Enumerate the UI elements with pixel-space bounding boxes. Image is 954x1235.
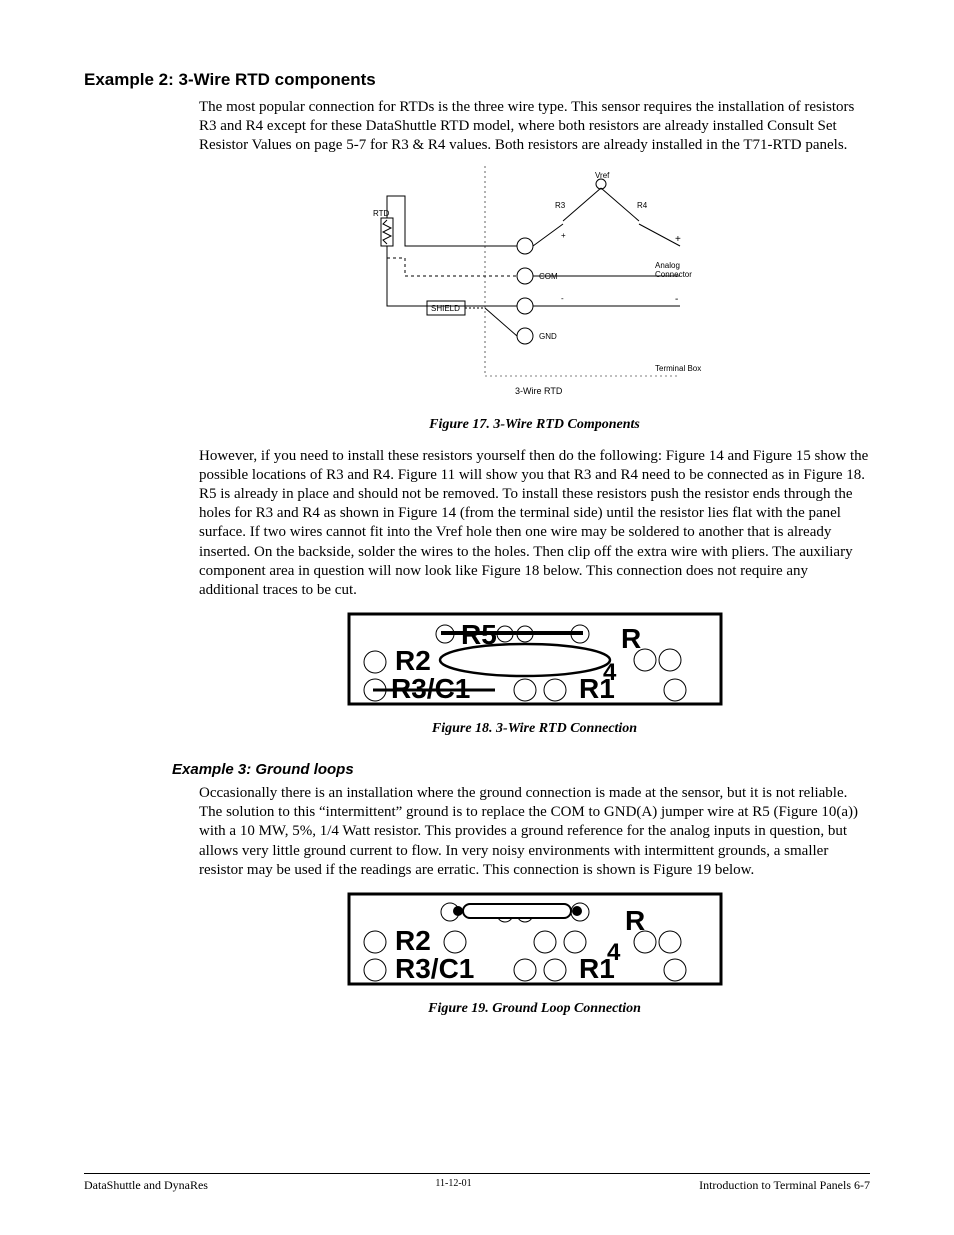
example-3-title: Example 3: Ground loops (172, 761, 870, 778)
fig17-analog-label-1: Analog (655, 261, 680, 270)
fig17-terminal-box-label: Terminal Box (655, 364, 701, 373)
fig17-analog-label-2: Connector (655, 270, 692, 279)
fig18-r2-label: R2 (395, 645, 431, 676)
figure-19-wrap: R R2 4 R3/C1 R1 (199, 890, 870, 995)
fig17-vref-label: Vref (595, 171, 610, 180)
figure-17-svg: Terminal Box Vref R3 R4 + + COM Analog C… (345, 166, 725, 406)
fig19-r2-label: R2 (395, 925, 431, 956)
svg-text:-: - (675, 294, 678, 305)
fig19-r3c1-label: R3/C1 (395, 953, 474, 984)
fig17-gnd-label: GND (539, 332, 557, 341)
footer-left: DataShuttle and DynaRes (84, 1178, 208, 1193)
page-footer: DataShuttle and DynaRes 11-12-01 Introdu… (84, 1173, 870, 1193)
figure-19-caption: Figure 19. Ground Loop Connection (199, 1001, 870, 1017)
example-3-paragraph-1: Occasionally there is an installation wh… (199, 784, 870, 880)
svg-text:+: + (675, 234, 681, 245)
fig17-bottom-title: 3-Wire RTD (515, 386, 563, 396)
example-2-paragraph-1: The most popular connection for RTDs is … (199, 98, 870, 156)
figure-17-wrap: Terminal Box Vref R3 R4 + + COM Analog C… (199, 166, 870, 411)
footer-right: Introduction to Terminal Panels 6-7 (699, 1178, 870, 1193)
figure-19-svg: R R2 4 R3/C1 R1 (345, 890, 725, 990)
figure-18-svg: R5 R R2 4 R3/C1 R1 (345, 610, 725, 710)
document-page: Example 2: 3-Wire RTD components The mos… (0, 0, 954, 1235)
fig17-shield-label: SHIELD (431, 304, 460, 313)
fig17-plus-label: + (561, 231, 566, 240)
fig17-r4-label: R4 (637, 201, 648, 210)
fig19-r1-label: R1 (579, 953, 615, 984)
footer-mid: 11-12-01 (208, 1178, 699, 1193)
figure-18-wrap: R5 R R2 4 R3/C1 R1 (199, 610, 870, 715)
figure-18-caption: Figure 18. 3-Wire RTD Connection (199, 721, 870, 737)
fig18-r1-label: R1 (579, 673, 615, 704)
fig17-minus-label: - (561, 294, 564, 303)
example-2-paragraph-2: However, if you need to install these re… (199, 447, 870, 601)
fig17-r3-label: R3 (555, 201, 566, 210)
example-2-title: Example 2: 3-Wire RTD components (84, 70, 870, 90)
fig18-r-label: R (621, 623, 641, 654)
figure-17-caption: Figure 17. 3-Wire RTD Components (199, 417, 870, 433)
